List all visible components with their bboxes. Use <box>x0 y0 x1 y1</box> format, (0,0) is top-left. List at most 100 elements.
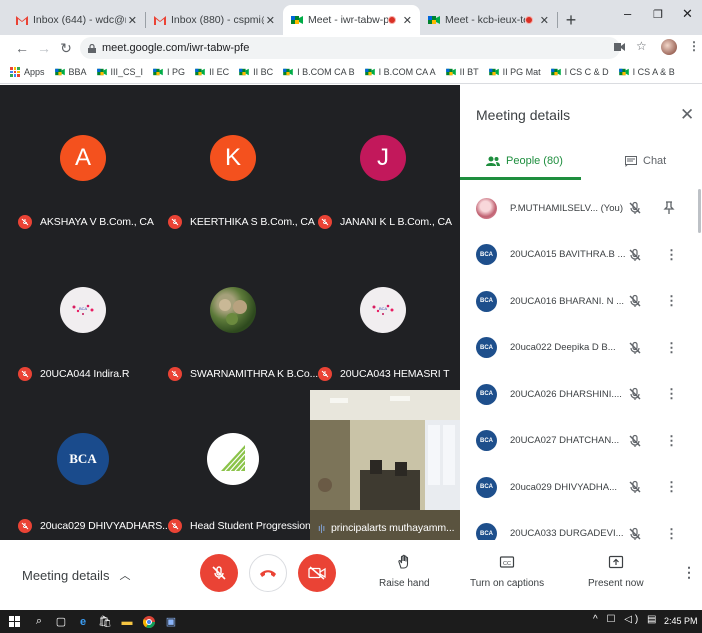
participant-tile[interactable]: Head Student Progression <box>158 389 311 539</box>
browser-menu-icon[interactable]: ⋮ <box>688 39 700 53</box>
people-icon <box>486 156 500 166</box>
bookmark-item[interactable]: II BT <box>445 67 479 77</box>
participant-row[interactable]: BCA 20UCA016 BHARANI. N ... ⋮ <box>460 278 702 325</box>
meeting-details-button[interactable]: Meeting details ︿ <box>22 567 130 583</box>
edge-icon[interactable]: e <box>72 610 94 633</box>
file-explorer-icon[interactable]: ▬ <box>116 610 138 633</box>
participant-row[interactable]: BCA 20UCA027 DHATCHAN... ⋮ <box>460 418 702 465</box>
system-tray-icons[interactable]: ^ ☐ ◁) ▤ <box>593 614 659 625</box>
participant-list: P.MUTHAMILSELV... (You) BCA 20UCA015 BAV… <box>460 185 702 557</box>
bookmark-item[interactable]: II EC <box>195 67 229 77</box>
browser-tab[interactable]: Inbox (880) - cspmi@mu ✕ <box>146 5 283 35</box>
participant-tile[interactable]: BCA 20UCA044 Indira.R <box>8 237 158 387</box>
browser-tab[interactable]: Meet - kcb-ieux-tew ✕ <box>420 5 557 35</box>
participant-row[interactable]: BCA 20UCA026 DHARSHINI.... ⋮ <box>460 371 702 418</box>
mic-muted-icon <box>168 519 182 533</box>
bookmark-item[interactable]: I PG <box>153 67 185 77</box>
meet-app-icon[interactable]: ▣ <box>160 610 182 633</box>
participant-tile[interactable]: BCA 20uca029 DHIVYADHARS... <box>8 389 171 539</box>
bookmark-item[interactable]: I B.COM CA B <box>283 67 355 77</box>
meet-icon <box>618 68 629 76</box>
restore-icon[interactable]: ❐ <box>653 8 663 21</box>
recording-icon <box>387 16 396 24</box>
more-options-icon[interactable]: ⋮ <box>665 293 678 309</box>
participant-row[interactable]: P.MUTHAMILSELV... (You) <box>460 185 702 232</box>
forward-arrow-icon[interactable]: → <box>34 40 54 56</box>
browser-tab-active[interactable]: Meet - iwr-tabw-pfe ✕ <box>283 5 420 35</box>
close-tab-icon[interactable]: ✕ <box>266 14 275 27</box>
participant-row[interactable]: BCA 20uca029 DHIVYADHA... ⋮ <box>460 464 702 511</box>
participant-name: 20UCA026 DHARSHINI.... <box>510 388 622 400</box>
more-options-icon[interactable]: ⋮ <box>682 564 696 581</box>
url-field[interactable]: meet.google.com/iwr-tabw-pfe <box>80 37 620 59</box>
more-options-icon[interactable]: ⋮ <box>665 247 678 263</box>
close-tab-icon[interactable]: ✕ <box>540 14 549 27</box>
leave-call-button[interactable] <box>249 554 287 592</box>
tab-title: Inbox (880) - cspmi@mu <box>171 14 264 26</box>
back-arrow-icon[interactable]: ← <box>12 40 32 56</box>
raise-hand-button[interactable]: Raise hand <box>379 554 430 589</box>
mic-muted-icon <box>168 367 182 381</box>
more-options-icon[interactable]: ⋮ <box>665 340 678 356</box>
bookmark-item[interactable]: BBA <box>54 67 87 77</box>
bookmark-item[interactable]: I B.COM CA A <box>364 67 436 77</box>
tab-chat[interactable]: Chat <box>625 155 666 167</box>
mic-toggle-button[interactable] <box>200 554 238 592</box>
tile-name: Head Student Progression <box>168 519 311 533</box>
mic-muted-icon[interactable] <box>628 480 642 494</box>
participant-row[interactable]: BCA 20uca022 Deepika D B... ⋮ <box>460 325 702 372</box>
participant-row[interactable]: BCA 20UCA015 BAVITHRA.B ... ⋮ <box>460 232 702 279</box>
task-view-icon[interactable]: ▢ <box>50 610 72 633</box>
meet-icon <box>550 68 561 76</box>
tab-people[interactable]: People (80) <box>486 155 563 167</box>
mic-muted-icon[interactable] <box>628 201 642 215</box>
participant-tile[interactable]: A AKSHAYA V B.Com., CA <box>8 85 158 235</box>
meet-icon <box>428 16 440 24</box>
mic-muted-icon <box>18 519 32 533</box>
participant-tile[interactable]: BCA 20UCA043 HEMASRI T <box>308 237 458 387</box>
participant-tile[interactable]: J JANANI K L B.Com., CA <box>308 85 458 235</box>
participant-tile[interactable]: SWARNAMITHRA K B.Co... <box>158 237 318 387</box>
mic-muted-icon[interactable] <box>628 434 642 448</box>
browser-tab[interactable]: Inbox (644) - wdc@muth ✕ <box>8 5 145 35</box>
bookmark-item[interactable]: II PG Mat <box>488 67 541 77</box>
present-icon <box>608 555 623 569</box>
mic-muted-icon[interactable] <box>628 294 642 308</box>
mic-muted-icon[interactable] <box>628 248 642 262</box>
tile-name: 20UCA043 HEMASRI T <box>318 367 450 381</box>
mic-muted-icon[interactable] <box>628 527 642 541</box>
close-icon[interactable]: ✕ <box>680 105 694 125</box>
captions-button[interactable]: CC Turn on captions <box>470 554 544 589</box>
participant-tile[interactable]: K KEERTHIKA S B.Com., CA <box>158 85 315 235</box>
bca-pink-logo-icon: BCA <box>60 287 106 333</box>
bookmark-item[interactable]: III_CS_I <box>96 67 143 77</box>
more-options-icon[interactable]: ⋮ <box>665 479 678 495</box>
profile-avatar[interactable] <box>661 39 677 55</box>
store-icon[interactable]: 🛍 <box>94 610 116 633</box>
video-tile[interactable]: ı|ı principalarts muthayamm... <box>310 390 460 540</box>
bookmark-item[interactable]: II BC <box>239 67 273 77</box>
more-options-icon[interactable]: ⋮ <box>665 386 678 402</box>
minimize-icon[interactable]: – <box>624 6 631 21</box>
present-now-button[interactable]: Present now <box>588 554 644 589</box>
bookmark-apps[interactable]: Apps <box>10 67 45 77</box>
close-tab-icon[interactable]: ✕ <box>403 14 412 27</box>
close-window-icon[interactable]: ✕ <box>682 6 693 22</box>
reload-icon[interactable]: ↻ <box>56 40 76 57</box>
pin-icon[interactable] <box>663 201 675 215</box>
new-tab-button[interactable]: + <box>558 5 584 35</box>
windows-start-icon[interactable] <box>0 610 28 633</box>
more-options-icon[interactable]: ⋮ <box>665 433 678 449</box>
camera-toggle-button[interactable] <box>298 554 336 592</box>
camera-in-use-icon[interactable] <box>614 43 625 51</box>
mic-muted-icon <box>318 215 332 229</box>
close-tab-icon[interactable]: ✕ <box>128 14 137 27</box>
search-icon[interactable]: ⌕ <box>28 610 50 633</box>
chrome-icon[interactable] <box>138 610 160 633</box>
mic-muted-icon[interactable] <box>628 387 642 401</box>
bca-blue-logo-icon: BCA <box>57 433 109 485</box>
bookmark-item[interactable]: I CS C & D <box>550 67 609 77</box>
bookmark-star-icon[interactable]: ☆ <box>636 39 647 53</box>
mic-muted-icon[interactable] <box>628 341 642 355</box>
bookmark-item[interactable]: I CS A & B <box>618 67 675 77</box>
